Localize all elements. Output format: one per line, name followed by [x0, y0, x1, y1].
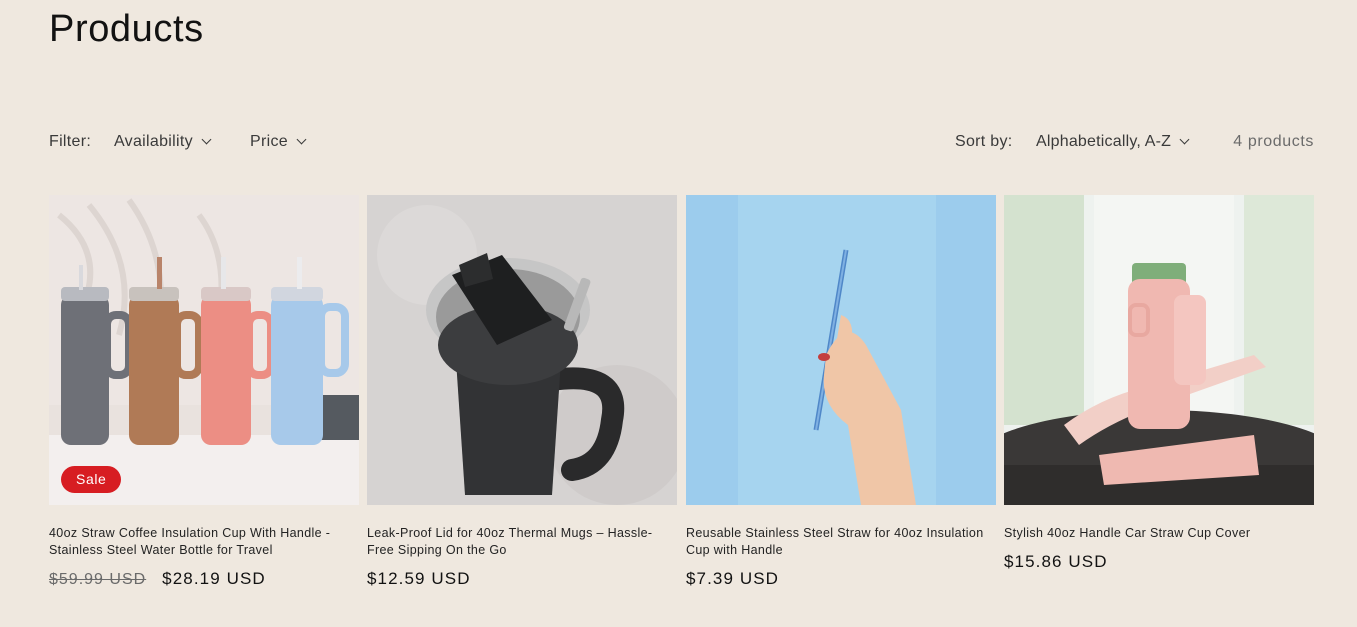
- sort-select[interactable]: Alphabetically, A-Z: [1036, 133, 1190, 151]
- page-title: Products: [49, 8, 204, 50]
- product-image-black-mug[interactable]: [367, 195, 677, 505]
- product-image-pastel-tumblers[interactable]: Sale: [49, 195, 359, 505]
- sort-label: Sort by:: [955, 133, 1013, 150]
- price-row: $12.59 USD: [367, 569, 677, 589]
- blue-straw-hand-image: [686, 195, 996, 505]
- product-card[interactable]: Leak-Proof Lid for 40oz Thermal Mugs – H…: [367, 195, 677, 589]
- facets-toolbar: Filter: Availability Price Sort by: Alph…: [49, 131, 1314, 155]
- price-row: $15.86 USD: [1004, 552, 1314, 572]
- filter-label: Filter:: [49, 133, 92, 150]
- product-title-link[interactable]: 40oz Straw Coffee Insulation Cup With Ha…: [49, 525, 359, 559]
- price-row: $7.39 USD: [686, 569, 996, 589]
- pastel-tumblers-image: [49, 195, 359, 505]
- sale-badge: Sale: [61, 466, 122, 493]
- price-filter-label: Price: [250, 133, 288, 150]
- sort-value: Alphabetically, A-Z: [1036, 133, 1172, 150]
- availability-filter-label: Availability: [114, 133, 193, 150]
- product-image-blue-straw[interactable]: [686, 195, 996, 505]
- product-card[interactable]: Sale 40oz Straw Coffee Insulation Cup Wi…: [49, 195, 359, 589]
- product-grid: Sale 40oz Straw Coffee Insulation Cup Wi…: [49, 195, 1314, 615]
- regular-price: $15.86 USD: [1004, 552, 1108, 571]
- chevron-down-icon: [296, 134, 307, 145]
- product-title-link[interactable]: Leak-Proof Lid for 40oz Thermal Mugs – H…: [367, 525, 677, 559]
- pink-cup-cover-image: [1004, 195, 1314, 505]
- regular-price: $7.39 USD: [686, 569, 780, 588]
- product-title-link[interactable]: Reusable Stainless Steel Straw for 40oz …: [686, 525, 996, 559]
- price-row: $59.99 USD $28.19 USD: [49, 569, 359, 589]
- availability-filter-button[interactable]: Availability: [114, 133, 212, 151]
- chevron-down-icon: [1179, 134, 1190, 145]
- compare-at-price: $59.99 USD: [49, 571, 147, 588]
- regular-price: $12.59 USD: [367, 569, 471, 588]
- product-image-pink-cover[interactable]: [1004, 195, 1314, 505]
- product-title-link[interactable]: Stylish 40oz Handle Car Straw Cup Cover: [1004, 525, 1314, 542]
- product-card[interactable]: Reusable Stainless Steel Straw for 40oz …: [686, 195, 996, 589]
- chevron-down-icon: [201, 134, 212, 145]
- product-count: 4 products: [1233, 133, 1314, 150]
- price-filter-button[interactable]: Price: [250, 133, 307, 151]
- product-card[interactable]: Stylish 40oz Handle Car Straw Cup Cover …: [1004, 195, 1314, 572]
- sale-price: $28.19 USD: [162, 569, 266, 588]
- black-mug-lid-image: [367, 195, 677, 505]
- products-page: Products Filter: Availability Price Sort…: [0, 0, 1357, 627]
